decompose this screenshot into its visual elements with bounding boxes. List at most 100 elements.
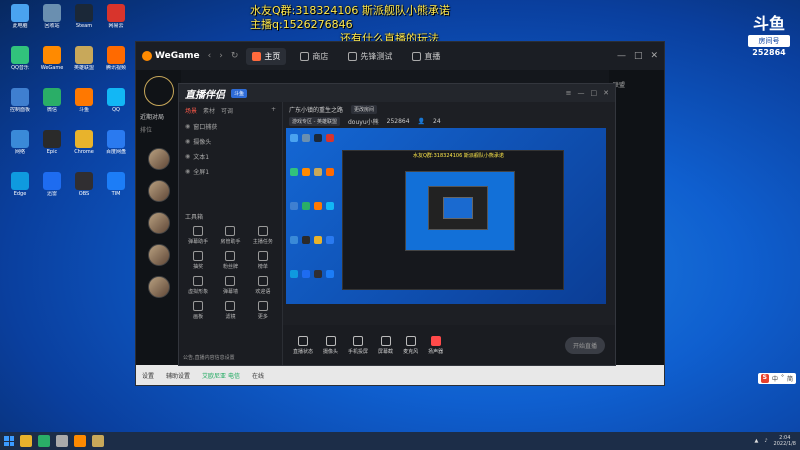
microphone-button[interactable]: 麦克风 [403,335,418,355]
tool-item[interactable]: 房管助手 [215,226,245,245]
add-source-icon[interactable]: + [271,106,276,115]
explorer-taskbar-icon[interactable] [56,435,68,447]
tab-store[interactable]: 商店 [294,48,334,65]
tool-item[interactable]: 粉丝牌 [215,251,245,270]
tool-item[interactable]: 更多 [248,301,278,320]
eye-icon[interactable]: ◉ [185,168,190,175]
back-icon[interactable]: ‹ [208,51,212,61]
minimize-icon[interactable]: — [578,89,585,97]
eye-icon[interactable]: ◉ [185,153,190,160]
avatar[interactable] [147,148,170,170]
preview-app-icon [326,168,334,176]
windows-start-icon[interactable] [4,436,14,446]
desktop-icon[interactable]: 斗鱼 [68,88,100,113]
desktop-icon[interactable]: QQ [100,88,132,113]
avatar[interactable] [147,244,170,266]
desktop-icon[interactable]: 网络 [4,130,36,155]
avatar[interactable] [147,212,170,234]
close-icon[interactable]: ✕ [603,89,609,97]
tool-item[interactable]: 榜单 [248,251,278,270]
tool-item[interactable]: 弹幕墙 [215,276,245,295]
edit-room-button[interactable]: 更改房间 [351,105,378,114]
phone-cast-button[interactable]: 手机投屏 [348,335,368,355]
tab-material[interactable]: 素材 [203,106,215,115]
desktop-icon[interactable]: Edge [4,172,36,197]
desktop-icon[interactable]: Chrome [68,130,100,155]
clock[interactable]: 2:04 2022/1/8 [774,435,796,447]
maximize-icon[interactable]: □ [591,89,598,97]
close-icon[interactable]: ✕ [650,51,658,61]
tool-icon [193,226,204,236]
tab-live[interactable]: 直播 [406,48,446,65]
stream-preview[interactable]: 水友Q群:318324106 斯派舰队小熊承诺 [286,128,606,304]
lol-taskbar-icon[interactable] [92,435,104,447]
chrome-taskbar-icon[interactable] [20,435,32,447]
sogou-ime-bar[interactable]: S 中 ° 简 [757,373,796,384]
ime-punct[interactable]: ° [781,374,784,383]
refresh-icon[interactable]: ↻ [231,51,239,61]
lol-logo-icon[interactable] [143,76,174,106]
tool-label: 画板 [193,314,204,320]
online-status: 在线 [251,372,264,380]
speaker-button[interactable]: 扬声器 [428,335,443,355]
desktop-icon[interactable]: QQ音乐 [4,46,36,71]
avatar[interactable] [147,180,170,202]
wegame-titlebar: WeGame ‹ › ↻ 主页 商店 先锋测试 直播 — □ ✕ [136,42,664,70]
tool-item[interactable]: 欢迎语 [248,276,278,295]
tab-test[interactable]: 先锋测试 [342,48,398,65]
forward-icon[interactable]: › [219,51,223,61]
tool-item[interactable]: 主播任务 [248,226,278,245]
ranked-tab[interactable]: 排位 [136,121,181,138]
eye-icon[interactable]: ◉ [185,123,190,130]
tool-item[interactable]: 抽奖 [183,251,213,270]
tab-home[interactable]: 主页 [246,47,287,65]
settings-link[interactable]: 设置 [142,371,154,380]
desktop-icon[interactable]: 微信 [36,88,68,113]
screenshot-button[interactable]: 屏幕截 [378,335,393,355]
assist-settings-link[interactable]: 辅助设置 [166,371,190,380]
tool-item[interactable]: 弹幕助手 [183,226,213,245]
source-item[interactable]: ◉ 文本1 [179,149,282,164]
avatar[interactable] [147,276,170,298]
eye-icon[interactable]: ◉ [185,138,190,145]
wechat-taskbar-icon[interactable] [38,435,50,447]
minimize-icon[interactable]: — [617,51,626,61]
desktop-icon[interactable]: 腾讯视频 [100,46,132,71]
source-item[interactable]: ◉ 全屏1 [179,164,282,179]
tool-label: 滤镜 [225,314,236,320]
category-tag[interactable]: 游戏专区 - 英雄联盟 [289,117,340,126]
desktop-icon[interactable]: 回收站 [36,4,68,29]
desktop-icon[interactable]: 网易云 [100,4,132,29]
desktop-icon[interactable]: 控制面板 [4,88,36,113]
ime-charset[interactable]: 简 [787,374,793,383]
live-status-button[interactable]: 直播状态 [293,335,313,355]
source-item[interactable]: ◉ 摄像头 [179,134,282,149]
tab-scene[interactable]: 场景 [185,106,197,115]
desktop-icon[interactable]: OBS [68,172,100,197]
server-status: 艾欧尼亚 电信 [202,372,240,380]
desktop-icon[interactable]: 百度网盘 [100,130,132,155]
desktop-icon[interactable]: 迅雷 [36,172,68,197]
camera-icon [325,335,336,346]
desktop-icon[interactable]: Epic [36,130,68,155]
desktop-icon[interactable]: Steam [68,4,100,29]
camera-button[interactable]: 摄像头 [323,335,338,355]
volume-icon[interactable]: ♪ [764,438,767,444]
desktop-icon[interactable]: 此电脑 [4,4,36,29]
network-icon[interactable]: ▲ [754,438,758,444]
desktop-icon[interactable]: 英雄联盟 [68,46,100,71]
tool-item[interactable]: 虚拟形象 [183,276,213,295]
tool-item[interactable]: 画板 [183,301,213,320]
maximize-icon[interactable]: □ [634,51,643,61]
desktop-icon[interactable]: TIM [100,172,132,197]
source-item[interactable]: ◉ 窗口捕获 [179,119,282,134]
tab-adjust[interactable]: 可调 [221,106,233,115]
wegame-taskbar-icon[interactable] [74,435,86,447]
desktop-icon[interactable]: WeGame [36,46,68,71]
ime-mode[interactable]: 中 [772,374,778,383]
start-live-button[interactable]: 开始直播 [564,336,605,354]
tool-item[interactable]: 滤镜 [215,301,245,320]
zbbl-footer[interactable]: 公告,直播内容信息设置 [183,354,235,361]
tool-icon [257,226,268,236]
menu-icon[interactable]: ≡ [566,89,572,97]
